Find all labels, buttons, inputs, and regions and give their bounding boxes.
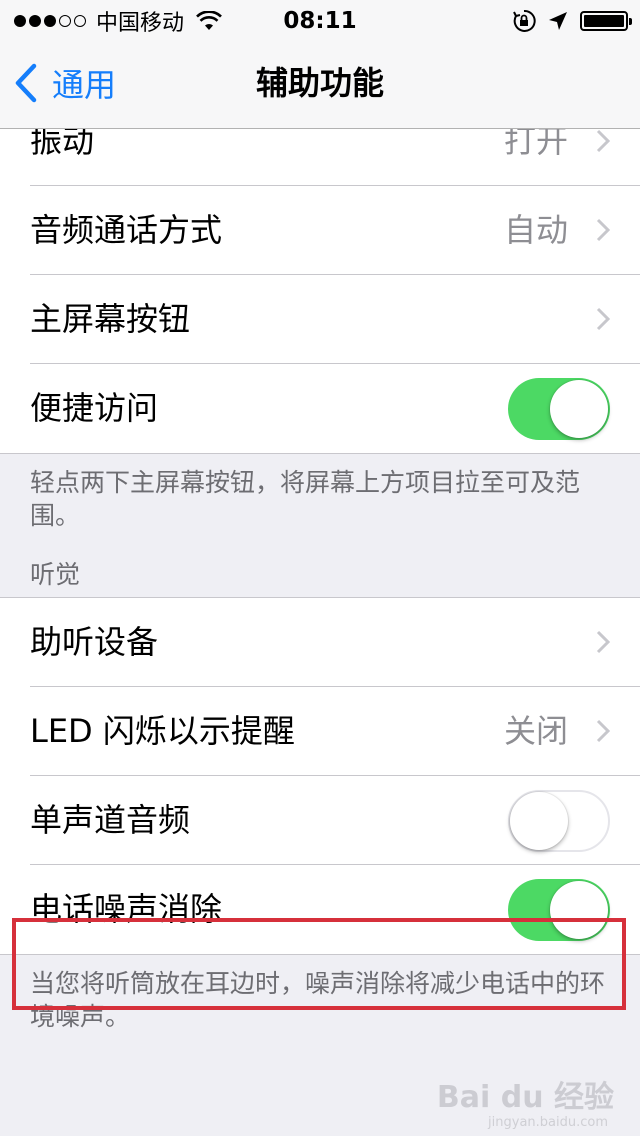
row-label: 便捷访问 <box>30 389 159 427</box>
page-title: 辅助功能 <box>255 64 384 102</box>
watermark-logo: Bai du 经验 <box>436 1080 614 1115</box>
settings-group-interaction: 振动 打开 音频通话方式 自动 主屏幕按钮 便捷访问 <box>0 96 640 454</box>
row-value: 自动 <box>503 211 568 249</box>
status-bar: 中国移动 08:11 <box>0 0 640 40</box>
watermark-url: jingyan.baidu.com <box>488 1115 608 1130</box>
battery-icon <box>580 11 632 31</box>
chevron-right-icon <box>596 719 610 743</box>
orientation-lock-icon <box>513 9 536 32</box>
chevron-right-icon <box>596 307 610 331</box>
chevron-right-icon <box>596 129 610 153</box>
navigation-bar: 通用 辅助功能 <box>0 40 640 129</box>
reachability-footer: 轻点两下主屏幕按钮，将屏幕上方项目拉至可及范围。 <box>30 468 581 530</box>
settings-row-led-flash[interactable]: LED 闪烁以示提醒 关闭 <box>0 686 640 776</box>
highlight-box <box>12 918 626 1010</box>
chevron-right-icon <box>596 630 610 654</box>
reachability-toggle[interactable] <box>508 378 610 440</box>
row-label: 主屏幕按钮 <box>30 300 191 338</box>
settings-row-hearing-devices[interactable]: 助听设备 <box>0 598 640 687</box>
row-label: 助听设备 <box>30 623 159 661</box>
row-value: 关闭 <box>503 712 568 750</box>
settings-row-home-button[interactable]: 主屏幕按钮 <box>0 274 640 364</box>
status-right <box>512 8 632 34</box>
settings-content[interactable]: 振动 打开 音频通话方式 自动 主屏幕按钮 便捷访问 轻点两下主屏幕按钮，将屏幕… <box>0 96 640 1033</box>
section-header-hearing: 听觉 <box>30 560 81 589</box>
row-label: 单声道音频 <box>30 801 191 839</box>
row-label: LED 闪烁以示提醒 <box>30 712 295 750</box>
location-arrow-icon <box>549 12 567 30</box>
settings-row-mono-audio: 单声道音频 <box>0 775 640 865</box>
chevron-right-icon <box>596 218 610 242</box>
settings-row-reachability: 便捷访问 <box>0 363 640 453</box>
row-label: 音频通话方式 <box>30 211 223 249</box>
settings-row-call-audio-routing[interactable]: 音频通话方式 自动 <box>0 185 640 275</box>
mono-audio-toggle[interactable] <box>508 790 610 852</box>
settings-group-hearing: 助听设备 LED 闪烁以示提醒 关闭 单声道音频 电话噪声消除 <box>0 597 640 955</box>
